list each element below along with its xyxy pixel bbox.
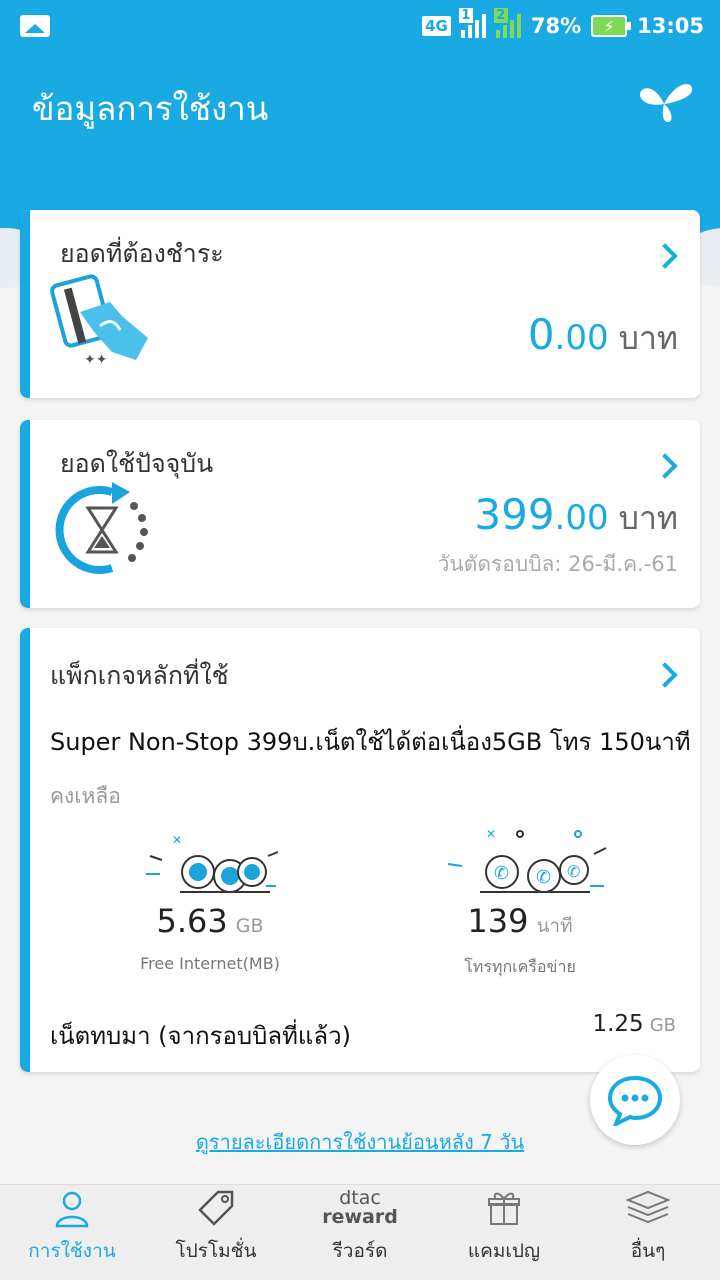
gift-box-icon: [488, 1192, 520, 1225]
payment-due-card[interactable]: ยอดที่ต้องชำระ ✦✦ 0.00 บาท: [20, 210, 700, 398]
svg-text:✕: ✕: [172, 833, 182, 847]
internet-remaining: 5.63 GB Free Internet(MB): [140, 902, 280, 973]
nav-promotion[interactable]: โปรโมชั่น: [144, 1185, 288, 1280]
signal-sim2-icon: 2: [493, 8, 521, 38]
nav-more[interactable]: อื่นๆ: [576, 1185, 720, 1280]
calls-remaining: 139 นาที โทรทุกเครือข่าย: [464, 902, 576, 976]
hourglass-cycle-icon: [55, 482, 148, 574]
layers-icon: [625, 1190, 671, 1224]
remaining-label: คงเหลือ: [50, 784, 121, 808]
bottom-nav: การใช้งาน โปรโมชั่น dtac reward รีวอร์ด …: [0, 1184, 720, 1280]
payment-due-title: ยอดที่ต้องชำระ: [60, 239, 224, 268]
svg-text:✆: ✆: [536, 867, 551, 888]
chat-bubble-icon: [607, 1075, 663, 1126]
usage-history-link[interactable]: ดูรายละเอียดการใช้งานย้อนหลัง 7 วัน: [0, 1126, 720, 1158]
network-type-badge: 4G: [422, 16, 451, 36]
battery-charging-icon: ⚡: [591, 15, 632, 37]
internet-globes-icon: ✕: [146, 833, 279, 893]
bill-cut-date: วันตัดรอบบิล: 26-มี.ค.-61: [437, 552, 678, 576]
main-package-title: แพ็กเกจหลักที่ใช้: [50, 661, 229, 690]
dtac-logo-icon: [640, 84, 693, 122]
card-payment-icon: ✦✦: [50, 274, 148, 368]
chevron-right-icon[interactable]: [652, 453, 678, 479]
battery-percent: 78%: [530, 14, 582, 38]
payment-due-amount: 0.00 บาท: [527, 310, 678, 359]
clock: 13:05: [637, 14, 704, 38]
nav-usage[interactable]: การใช้งาน: [0, 1185, 144, 1280]
dtac-reward-logo: dtac reward: [322, 1187, 398, 1228]
main-package-card[interactable]: แพ็กเกจหลักที่ใช้ Super Non-Stop 399บ.เน…: [20, 628, 700, 1072]
current-usage-card[interactable]: ยอดใช้ปัจจุบัน 399.00 บาท วันตัดรอบบิล: 2…: [20, 420, 700, 608]
signal-sim1-icon: 1: [458, 8, 486, 38]
nav-campaign[interactable]: แคมเปญ: [432, 1185, 576, 1280]
tag-icon: [198, 1190, 234, 1226]
svg-text:✦✦: ✦✦: [84, 352, 108, 368]
rollover-label: เน็ตทบมา (จากรอบบิลที่แล้ว): [50, 1022, 351, 1050]
chevron-right-icon[interactable]: [652, 243, 678, 269]
svg-text:✕: ✕: [486, 827, 496, 841]
current-usage-amount: 399.00 บาท: [474, 490, 678, 539]
chevron-right-icon[interactable]: [652, 662, 678, 688]
status-bar: 4G 1 2 78% ⚡ 13:05: [0, 0, 720, 52]
svg-text:✆: ✆: [494, 863, 509, 884]
page-title: ข้อมูลการใช้งาน: [32, 89, 269, 128]
svg-text:✆: ✆: [567, 862, 580, 881]
nav-reward[interactable]: dtac reward รีวอร์ด: [288, 1185, 432, 1280]
package-name: Super Non-Stop 399บ.เน็ตใช้ได้ต่อเนื่อง5…: [50, 728, 691, 756]
rollover-value: 1.25 GB: [592, 1011, 676, 1037]
person-icon: [55, 1191, 89, 1228]
phone-calls-icon: ✕ ✆ ✆ ✆: [447, 827, 607, 893]
image-notification-icon: [20, 15, 50, 37]
